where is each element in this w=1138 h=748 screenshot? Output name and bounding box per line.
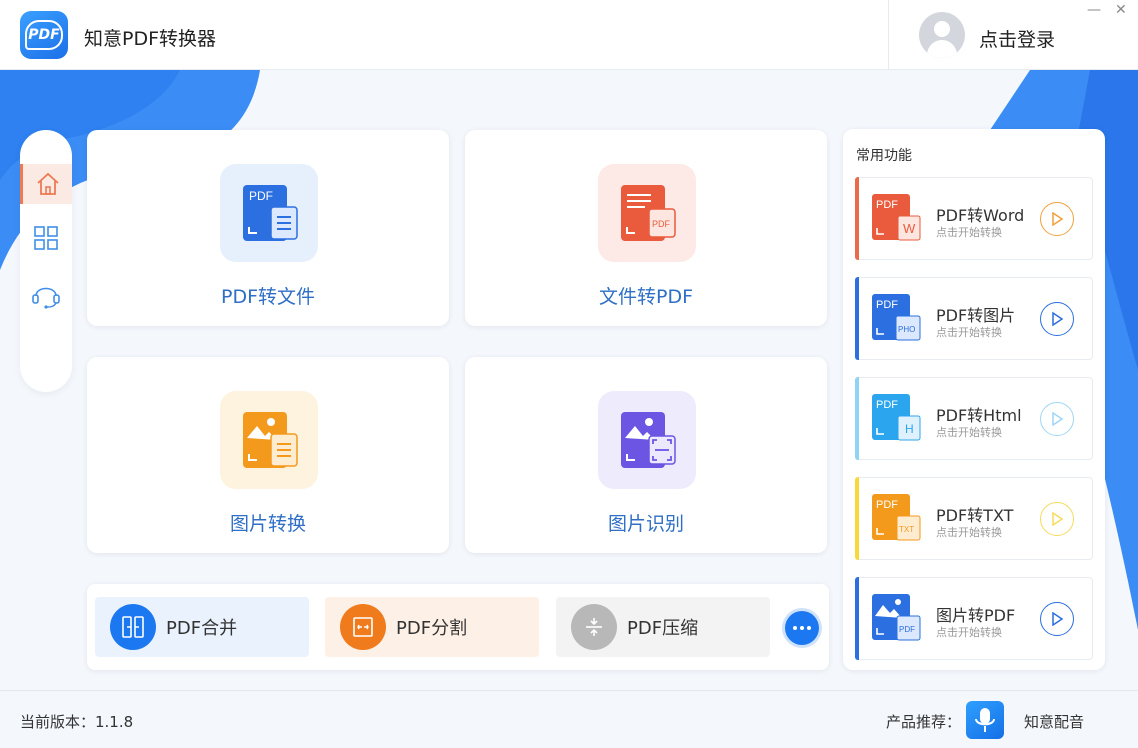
tool-label: PDF分割 bbox=[396, 614, 467, 640]
func-subtitle: 点击开始转换 bbox=[936, 624, 1002, 640]
tool-pdf-split[interactable]: PDF分割 bbox=[325, 597, 539, 657]
svg-text:PDF: PDF bbox=[876, 399, 898, 411]
recommend-product-link[interactable]: 知意配音 bbox=[1024, 711, 1084, 732]
image-convert-icon bbox=[220, 391, 318, 489]
svg-text:PDF: PDF bbox=[899, 625, 915, 634]
svg-text:TXT: TXT bbox=[899, 525, 914, 534]
tool-pdf-compress[interactable]: PDF压缩 bbox=[556, 597, 770, 657]
func-name: PDF转Html bbox=[936, 402, 1022, 426]
func-name: PDF转Word bbox=[936, 202, 1024, 226]
func-name: PDF转图片 bbox=[936, 302, 1015, 326]
file-to-pdf-icon-text: PDF bbox=[652, 219, 671, 229]
microphone-icon[interactable] bbox=[966, 701, 1004, 739]
svg-text:W: W bbox=[903, 221, 916, 236]
minimize-button[interactable]: — bbox=[1087, 2, 1101, 18]
svg-text:PDF: PDF bbox=[876, 199, 898, 211]
nav-apps[interactable] bbox=[20, 218, 72, 258]
pdf-to-image-icon: PDF PHO bbox=[870, 292, 922, 344]
play-icon[interactable] bbox=[1040, 202, 1074, 236]
app-logo: PDF bbox=[20, 11, 68, 59]
close-button[interactable]: ✕ bbox=[1115, 2, 1127, 18]
play-icon[interactable] bbox=[1040, 402, 1074, 436]
card-image-convert[interactable]: 图片转换 bbox=[87, 357, 449, 553]
play-icon[interactable] bbox=[1040, 602, 1074, 636]
func-pdf-to-image[interactable]: PDF PHO PDF转图片 点击开始转换 bbox=[855, 277, 1093, 360]
status-footer: 当前版本：1.1.8 产品推荐： 知意配音 bbox=[0, 690, 1138, 748]
app-logo-text: PDF bbox=[28, 27, 59, 43]
card-label: 图片识别 bbox=[465, 509, 827, 536]
nav-home[interactable] bbox=[20, 164, 72, 204]
card-label: 图片转换 bbox=[87, 509, 449, 536]
pdf-to-file-icon-text: PDF bbox=[249, 189, 273, 203]
pdf-to-file-icon: PDF bbox=[220, 164, 318, 262]
more-tools-button[interactable] bbox=[785, 611, 819, 645]
home-icon bbox=[34, 170, 62, 198]
play-icon[interactable] bbox=[1040, 502, 1074, 536]
pdf-to-txt-icon: PDF TXT bbox=[870, 492, 922, 544]
merge-icon bbox=[110, 604, 156, 650]
pdf-to-html-icon: PDF H bbox=[870, 392, 922, 444]
tool-label: PDF压缩 bbox=[627, 614, 698, 640]
card-pdf-to-file[interactable]: PDF PDF转文件 bbox=[87, 130, 449, 326]
func-subtitle: 点击开始转换 bbox=[936, 224, 1002, 240]
func-subtitle: 点击开始转换 bbox=[936, 324, 1002, 340]
func-image-to-pdf[interactable]: PDF 图片转PDF 点击开始转换 bbox=[855, 577, 1093, 660]
func-subtitle: 点击开始转换 bbox=[936, 524, 1002, 540]
app-title: 知意PDF转换器 bbox=[84, 24, 216, 51]
card-image-recognize[interactable]: 图片识别 bbox=[465, 357, 827, 553]
card-file-to-pdf[interactable]: PDF 文件转PDF bbox=[465, 130, 827, 326]
card-label: 文件转PDF bbox=[465, 282, 827, 309]
tool-pdf-merge[interactable]: PDF合并 bbox=[95, 597, 309, 657]
func-name: PDF转TXT bbox=[936, 502, 1013, 526]
func-subtitle: 点击开始转换 bbox=[936, 424, 1002, 440]
func-pdf-to-word[interactable]: PDF W PDF转Word 点击开始转换 bbox=[855, 177, 1093, 260]
compress-icon bbox=[571, 604, 617, 650]
pdf-to-word-icon: PDF W bbox=[870, 192, 922, 244]
headset-icon bbox=[30, 278, 62, 310]
nav-support[interactable] bbox=[20, 274, 72, 314]
title-bar: PDF 知意PDF转换器 点击登录 — ✕ bbox=[0, 0, 1138, 70]
func-name: 图片转PDF bbox=[936, 602, 1015, 626]
version-text: 当前版本：1.1.8 bbox=[20, 711, 133, 732]
common-functions-title: 常用功能 bbox=[856, 145, 912, 165]
image-to-pdf-icon: PDF bbox=[870, 592, 922, 644]
play-icon[interactable] bbox=[1040, 302, 1074, 336]
split-icon bbox=[340, 604, 386, 650]
image-recognize-icon bbox=[598, 391, 696, 489]
avatar-icon[interactable] bbox=[919, 12, 965, 58]
side-nav bbox=[20, 130, 72, 392]
svg-text:PDF: PDF bbox=[876, 499, 898, 511]
grid-icon bbox=[32, 224, 60, 252]
login-link[interactable]: 点击登录 bbox=[979, 25, 1055, 52]
func-pdf-to-txt[interactable]: PDF TXT PDF转TXT 点击开始转换 bbox=[855, 477, 1093, 560]
file-to-pdf-icon: PDF bbox=[598, 164, 696, 262]
svg-text:PDF: PDF bbox=[876, 299, 898, 311]
svg-text:PHO: PHO bbox=[898, 325, 915, 334]
tool-label: PDF合并 bbox=[166, 614, 237, 640]
user-login-area[interactable]: 点击登录 — ✕ bbox=[888, 0, 1138, 70]
recommend-label: 产品推荐： bbox=[886, 711, 961, 732]
func-pdf-to-html[interactable]: PDF H PDF转Html 点击开始转换 bbox=[855, 377, 1093, 460]
card-label: PDF转文件 bbox=[87, 282, 449, 309]
common-functions-panel: 常用功能 PDF W PDF转Word 点击开始转换 PDF PHO PDF转图… bbox=[843, 129, 1105, 670]
svg-text:H: H bbox=[905, 422, 914, 436]
tools-bar: PDF合并 PDF分割 PDF压缩 bbox=[87, 584, 829, 670]
